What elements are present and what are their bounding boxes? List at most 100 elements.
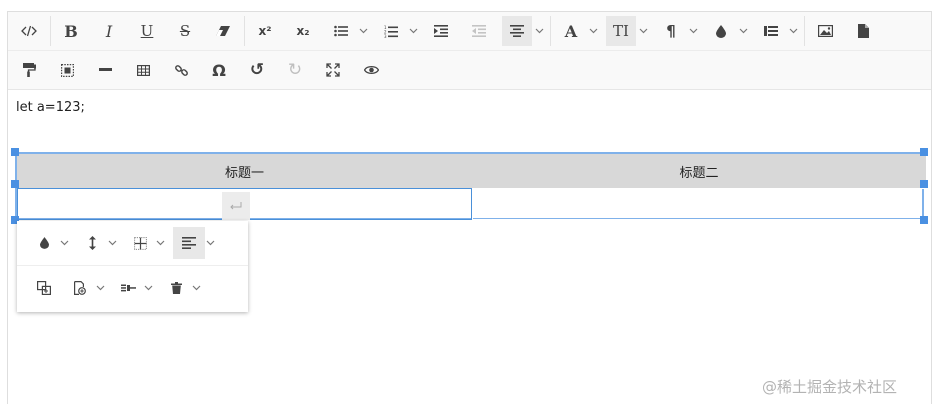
code-text[interactable]: let a=123;	[16, 100, 85, 115]
outdent-icon	[472, 25, 486, 37]
cell-background-dropdown[interactable]	[57, 228, 71, 258]
separator	[50, 16, 51, 46]
chevron-down-icon	[535, 28, 543, 34]
fullscreen-icon	[326, 63, 340, 77]
font-size-dropdown[interactable]	[636, 16, 650, 46]
horizontal-rule-button[interactable]	[90, 55, 120, 85]
insert-column-dropdown[interactable]	[141, 273, 155, 303]
cell-align-dropdown[interactable]	[203, 228, 217, 258]
chevron-down-icon	[156, 240, 164, 246]
chevron-down-icon	[639, 28, 647, 34]
chevron-down-icon	[589, 28, 597, 34]
delete-dropdown[interactable]	[189, 273, 203, 303]
table-grid: 标题一 标题二	[17, 154, 926, 220]
underline-button[interactable]: U	[132, 16, 162, 46]
chevron-down-icon	[739, 28, 747, 34]
align-left-icon	[182, 237, 196, 249]
redo-button[interactable]: ↻	[280, 55, 310, 85]
delete-button[interactable]	[161, 273, 191, 303]
resize-handle-mid-left[interactable]	[11, 180, 19, 188]
font-color-dropdown[interactable]	[586, 16, 600, 46]
format-painter-button[interactable]	[14, 55, 44, 85]
line-height-button[interactable]	[756, 16, 786, 46]
watermark: @稀土掘金技术社区	[762, 378, 898, 396]
drop-icon	[716, 24, 726, 38]
indent-icon	[434, 25, 448, 37]
strikethrough-icon: S	[179, 22, 191, 40]
font-size-icon: TI	[613, 22, 629, 40]
insert-row-button[interactable]	[65, 273, 95, 303]
table-toolbar-popup	[17, 221, 248, 312]
indent-button[interactable]	[426, 16, 456, 46]
cell-align-button[interactable]	[173, 227, 205, 259]
chevron-down-icon	[409, 28, 417, 34]
font-color-button[interactable]: A	[556, 16, 586, 46]
clear-format-button[interactable]	[208, 16, 238, 46]
align-dropdown[interactable]	[532, 16, 546, 46]
bullet-list-dropdown[interactable]	[356, 16, 370, 46]
eye-icon	[363, 65, 379, 75]
preview-button[interactable]	[356, 55, 386, 85]
insert-column-button[interactable]	[113, 273, 143, 303]
cell-height-dropdown[interactable]	[105, 228, 119, 258]
chevron-down-icon	[689, 28, 697, 34]
bold-icon: B	[64, 21, 78, 41]
table-cell[interactable]	[472, 188, 926, 220]
background-color-dropdown[interactable]	[736, 16, 750, 46]
undo-button[interactable]: ↺	[242, 55, 272, 85]
resize-handle-top-left[interactable]	[11, 148, 19, 156]
bold-button[interactable]: B	[56, 16, 86, 46]
align-button[interactable]	[502, 16, 532, 46]
numbered-list-icon: 123	[384, 25, 398, 38]
chevron-down-icon	[789, 28, 797, 34]
table-header-cell[interactable]: 标题二	[472, 154, 926, 188]
chevron-down-icon	[144, 285, 152, 291]
numbered-list-dropdown[interactable]	[406, 16, 420, 46]
outdent-button[interactable]	[464, 16, 494, 46]
cell-background-button[interactable]	[29, 228, 59, 258]
font-size-button[interactable]: TI	[606, 16, 636, 46]
table-borders-button[interactable]	[125, 228, 155, 258]
superscript-button[interactable]: x²	[250, 16, 280, 46]
chevron-down-icon	[192, 285, 200, 291]
file-button[interactable]	[848, 16, 878, 46]
table-header-cell[interactable]: 标题一	[17, 154, 472, 188]
toolbar-row-2: Ω ↺ ↻	[8, 51, 931, 89]
italic-button[interactable]: I	[94, 16, 124, 46]
svg-text:3: 3	[384, 34, 387, 38]
enter-key-icon	[222, 192, 250, 220]
table-button[interactable]	[128, 55, 158, 85]
link-button[interactable]	[166, 55, 196, 85]
numbered-list-button[interactable]: 123	[376, 16, 406, 46]
image-icon	[817, 25, 833, 37]
select-all-button[interactable]	[52, 55, 82, 85]
italic-icon: I	[105, 21, 113, 41]
cell-height-button[interactable]	[77, 228, 107, 258]
paragraph-dropdown[interactable]	[686, 16, 700, 46]
bullet-list-button[interactable]	[326, 16, 356, 46]
undo-icon: ↺	[249, 60, 265, 80]
image-button[interactable]	[810, 16, 840, 46]
table-borders-dropdown[interactable]	[153, 228, 167, 258]
fullscreen-button[interactable]	[318, 55, 348, 85]
merge-cells-button[interactable]	[29, 273, 59, 303]
chevron-down-icon	[108, 240, 116, 246]
insert-row-dropdown[interactable]	[93, 273, 107, 303]
background-color-button[interactable]	[706, 16, 736, 46]
vertical-resize-icon	[88, 236, 96, 250]
strikethrough-button[interactable]: S	[170, 16, 200, 46]
subscript-button[interactable]: x₂	[288, 16, 318, 46]
resize-handle-mid-right[interactable]	[920, 180, 928, 188]
resize-handle-bottom-right[interactable]	[920, 216, 928, 224]
insert-icon	[74, 281, 86, 295]
editor-table[interactable]: 标题一 标题二	[11, 148, 928, 224]
resize-handle-top-right[interactable]	[920, 148, 928, 156]
paragraph-button[interactable]: ¶	[656, 16, 686, 46]
align-center-icon	[510, 25, 524, 37]
code-button[interactable]	[14, 16, 44, 46]
special-char-button[interactable]: Ω	[204, 55, 234, 85]
chevron-down-icon	[206, 240, 214, 246]
link-icon	[174, 64, 188, 76]
line-height-dropdown[interactable]	[786, 16, 800, 46]
drop-icon	[39, 237, 49, 249]
